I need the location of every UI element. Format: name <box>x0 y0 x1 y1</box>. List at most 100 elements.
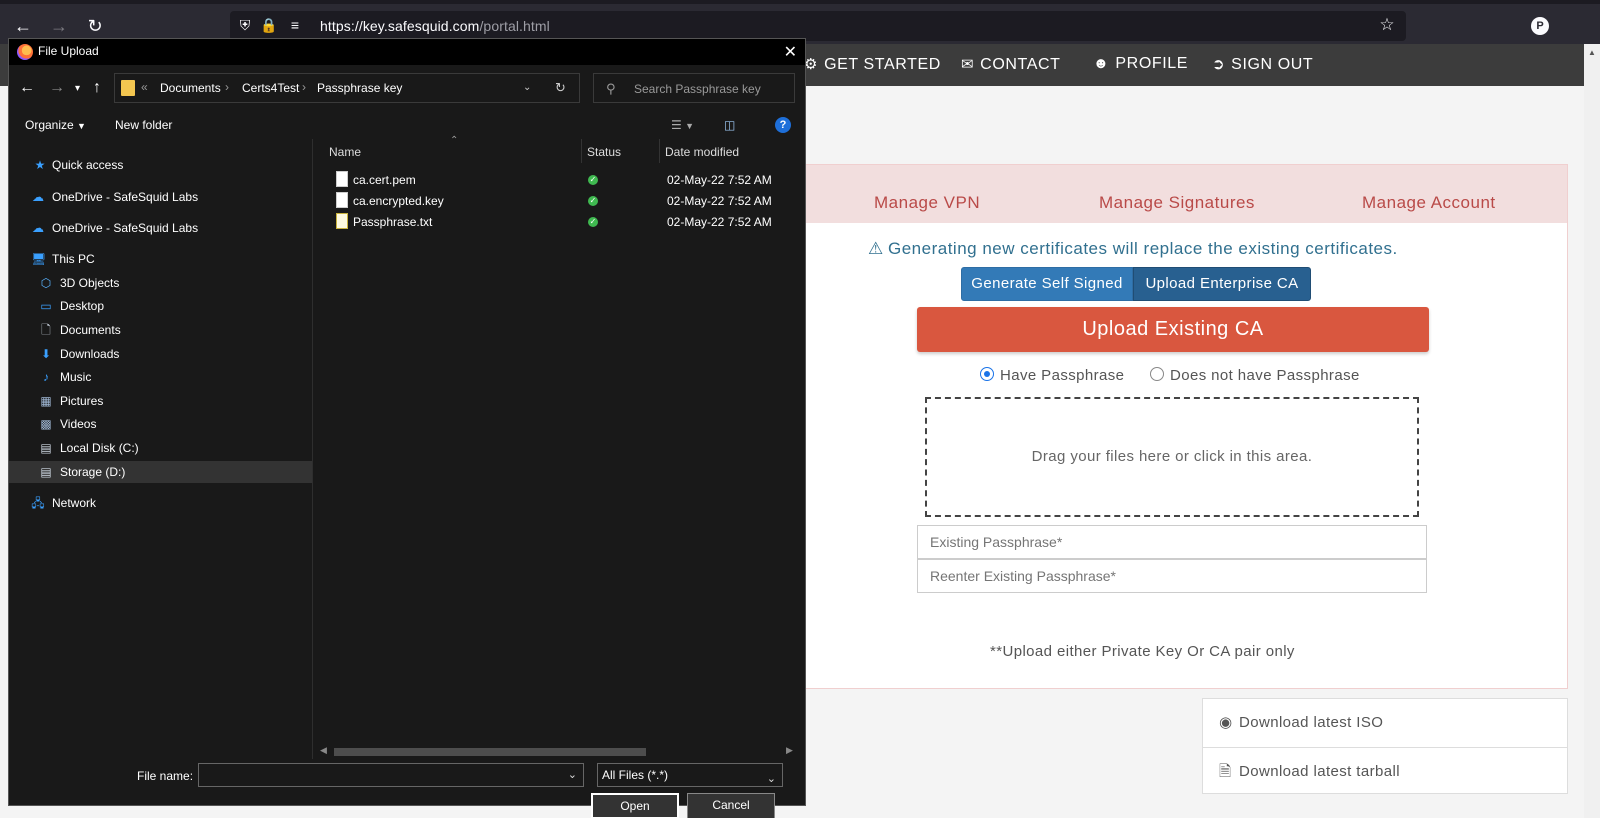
breadcrumb-separator-icon[interactable]: › <box>225 80 229 94</box>
music-icon: ♪ <box>43 370 49 384</box>
radio-unchecked-icon[interactable] <box>1150 367 1164 381</box>
reenter-passphrase-input[interactable] <box>917 559 1427 593</box>
dialog-search[interactable]: ⚲ Search Passphrase key <box>593 73 795 103</box>
tab-manage-signatures[interactable]: Manage Signatures <box>1099 193 1255 213</box>
permissions-icon[interactable]: ≡ <box>286 16 304 34</box>
nav-get-started[interactable]: ⚙ GET STARTED <box>804 55 941 74</box>
preview-pane-icon[interactable]: ◫ <box>724 118 735 132</box>
address-dropdown-icon[interactable]: ⌄ <box>523 82 531 93</box>
sidebar-item-onedrive-2[interactable]: ☁ OneDrive - SafeSquid Labs <box>9 217 312 239</box>
open-button[interactable]: Open <box>591 793 679 818</box>
scroll-up-arrow-icon[interactable]: ▲ <box>1588 48 1596 57</box>
file-list-hscrollbar[interactable]: ◀ ▶ <box>314 745 805 759</box>
column-divider[interactable] <box>659 139 660 163</box>
shield-icon[interactable]: ⛨ <box>236 16 254 34</box>
file-row[interactable]: Passphrase.txt ✓ 02-May-22 7:52 AM <box>314 212 794 233</box>
up-folder-icon[interactable]: ↑ <box>93 79 101 97</box>
file-row[interactable]: ca.cert.pem ✓ 02-May-22 7:52 AM <box>314 170 794 191</box>
sidebar-item-documents[interactable]: 🗋 Documents <box>9 319 312 341</box>
drive-icon: ▤ <box>40 465 52 479</box>
overflow-chevron-icon[interactable]: « <box>141 80 148 94</box>
help-icon[interactable]: ? <box>775 117 791 133</box>
column-name[interactable]: Name <box>329 145 361 159</box>
downloads-list: ◉ Download latest ISO 🗎 Download latest ta… <box>1202 698 1568 794</box>
column-status[interactable]: Status <box>587 145 621 159</box>
tab-manage-account[interactable]: Manage Account <box>1362 193 1496 213</box>
upload-enterprise-ca-button[interactable]: Upload Enterprise CA <box>1133 267 1311 301</box>
nav-profile[interactable]: ☻ PROFILE <box>1093 55 1188 73</box>
sidebar-item-network[interactable]: 🖧 Network <box>9 492 312 514</box>
download-tarball-link[interactable]: 🗎 Download latest tarball <box>1203 747 1567 795</box>
folder-icon <box>121 80 135 96</box>
breadcrumb-passphrase-key[interactable]: Passphrase key <box>317 81 402 95</box>
download-iso-link[interactable]: ◉ Download latest ISO <box>1203 699 1567 747</box>
page-scrollbar[interactable]: ▲ <box>1584 44 1600 818</box>
sidebar-item-onedrive[interactable]: ☁ OneDrive - SafeSquid Labs <box>9 186 312 208</box>
tab-manage-vpn[interactable]: Manage VPN <box>874 193 980 213</box>
cancel-button[interactable]: Cancel <box>687 793 775 818</box>
file-dropzone[interactable]: Drag your files here or click in this ar… <box>925 397 1419 517</box>
sidebar-item-pictures[interactable]: ▦ Pictures <box>9 390 312 412</box>
profile-avatar[interactable]: P <box>1531 17 1549 35</box>
sidebar-item-desktop[interactable]: ▭ Desktop <box>9 295 312 317</box>
bookmark-star-icon[interactable]: ☆ <box>1378 16 1396 34</box>
no-passphrase-radio[interactable]: Does not have Passphrase <box>1150 367 1360 384</box>
sidebar-item-storage-d[interactable]: ▤ Storage (D:) <box>9 461 312 483</box>
dialog-titlebar[interactable]: File Upload ✕ <box>9 39 805 65</box>
column-date-modified[interactable]: Date modified <box>665 145 739 159</box>
scroll-left-arrow-icon[interactable]: ◀ <box>320 745 327 756</box>
cloud-icon: ☁ <box>32 190 44 204</box>
back-arrow-icon[interactable]: ← <box>11 14 35 38</box>
scroll-right-arrow-icon[interactable]: ▶ <box>786 745 793 756</box>
file-name-input[interactable]: ⌄ <box>198 763 584 787</box>
nav-sign-out[interactable]: ➲ SIGN OUT <box>1212 55 1313 74</box>
chevron-down-icon[interactable]: ⌄ <box>568 768 577 781</box>
scroll-thumb[interactable] <box>334 748 646 756</box>
sidebar-item-downloads[interactable]: ⬇ Downloads <box>9 343 312 365</box>
firefox-logo-icon <box>17 44 33 60</box>
breadcrumb-documents[interactable]: Documents <box>160 81 221 95</box>
dialog-back-icon[interactable]: ← <box>19 79 35 97</box>
sidebar-item-local-disk-c[interactable]: ▤ Local Disk (C:) <box>9 437 312 459</box>
file-icon <box>336 171 348 187</box>
navigation-pane: ★ Quick access ☁ OneDrive - SafeSquid Labs… <box>9 139 313 759</box>
forward-arrow-icon[interactable]: → <box>47 14 71 38</box>
generate-self-signed-button[interactable]: Generate Self Signed <box>961 267 1133 301</box>
sidebar-item-videos[interactable]: ▩ Videos <box>9 413 312 435</box>
file-row[interactable]: ca.encrypted.key ✓ 02-May-22 7:52 AM <box>314 191 794 212</box>
refresh-icon[interactable]: ↻ <box>555 80 566 96</box>
breadcrumb-separator-icon[interactable]: › <box>302 80 306 94</box>
url-bar[interactable]: ⛨ 🔒 ≡ https://key.safesquid.com/portal.h… <box>230 11 1406 41</box>
replace-warning: ⚠ Generating new certificates will replac… <box>868 239 1398 258</box>
star-icon: ★ <box>34 158 46 172</box>
dialog-forward-icon[interactable]: → <box>49 79 65 97</box>
new-folder-button[interactable]: New folder <box>115 118 172 132</box>
recent-locations-icon[interactable]: ▾ <box>75 83 80 94</box>
have-passphrase-radio[interactable]: Have Passphrase <box>980 367 1124 384</box>
disc-icon: ◉ <box>1219 714 1233 731</box>
existing-passphrase-input[interactable] <box>917 525 1427 559</box>
column-divider[interactable] <box>581 139 582 163</box>
sync-ok-icon: ✓ <box>588 196 598 206</box>
certificate-panel: Manage VPN Manage Signatures Manage Acco… <box>790 164 1568 689</box>
file-type-filter[interactable]: All Files (*.*) ⌄ <box>597 763 783 787</box>
picture-icon: ▦ <box>40 394 52 408</box>
dialog-toolbar: Organize ▼ New folder ☰ ▼ ◫ ? <box>9 113 805 139</box>
sidebar-item-quick-access[interactable]: ★ Quick access <box>9 154 312 176</box>
lock-icon[interactable]: 🔒 <box>260 16 278 34</box>
nav-contact[interactable]: ✉ CONTACT <box>961 55 1061 74</box>
organize-menu[interactable]: Organize ▼ <box>25 118 86 132</box>
sidebar-item-3d-objects[interactable]: ⬡ 3D Objects <box>9 272 312 294</box>
breadcrumb-certs4test[interactable]: Certs4Test <box>242 81 299 95</box>
close-icon[interactable]: ✕ <box>784 42 797 62</box>
file-archive-icon: 🗎 <box>1219 763 1232 780</box>
reload-icon[interactable]: ↻ <box>83 14 107 38</box>
sidebar-item-music[interactable]: ♪ Music <box>9 366 312 388</box>
chevron-down-icon[interactable]: ⌄ <box>767 768 776 790</box>
view-options-icon[interactable]: ☰ ▼ <box>671 118 694 132</box>
radio-checked-icon[interactable] <box>980 367 994 381</box>
chevron-down-icon: ▼ <box>77 121 86 131</box>
sidebar-item-this-pc[interactable]: 🖥 This PC <box>9 248 312 270</box>
address-bar[interactable]: « Documents › Certs4Test › Passphrase ke… <box>114 73 580 103</box>
url-text[interactable]: https://key.safesquid.com/portal.html <box>320 18 550 34</box>
